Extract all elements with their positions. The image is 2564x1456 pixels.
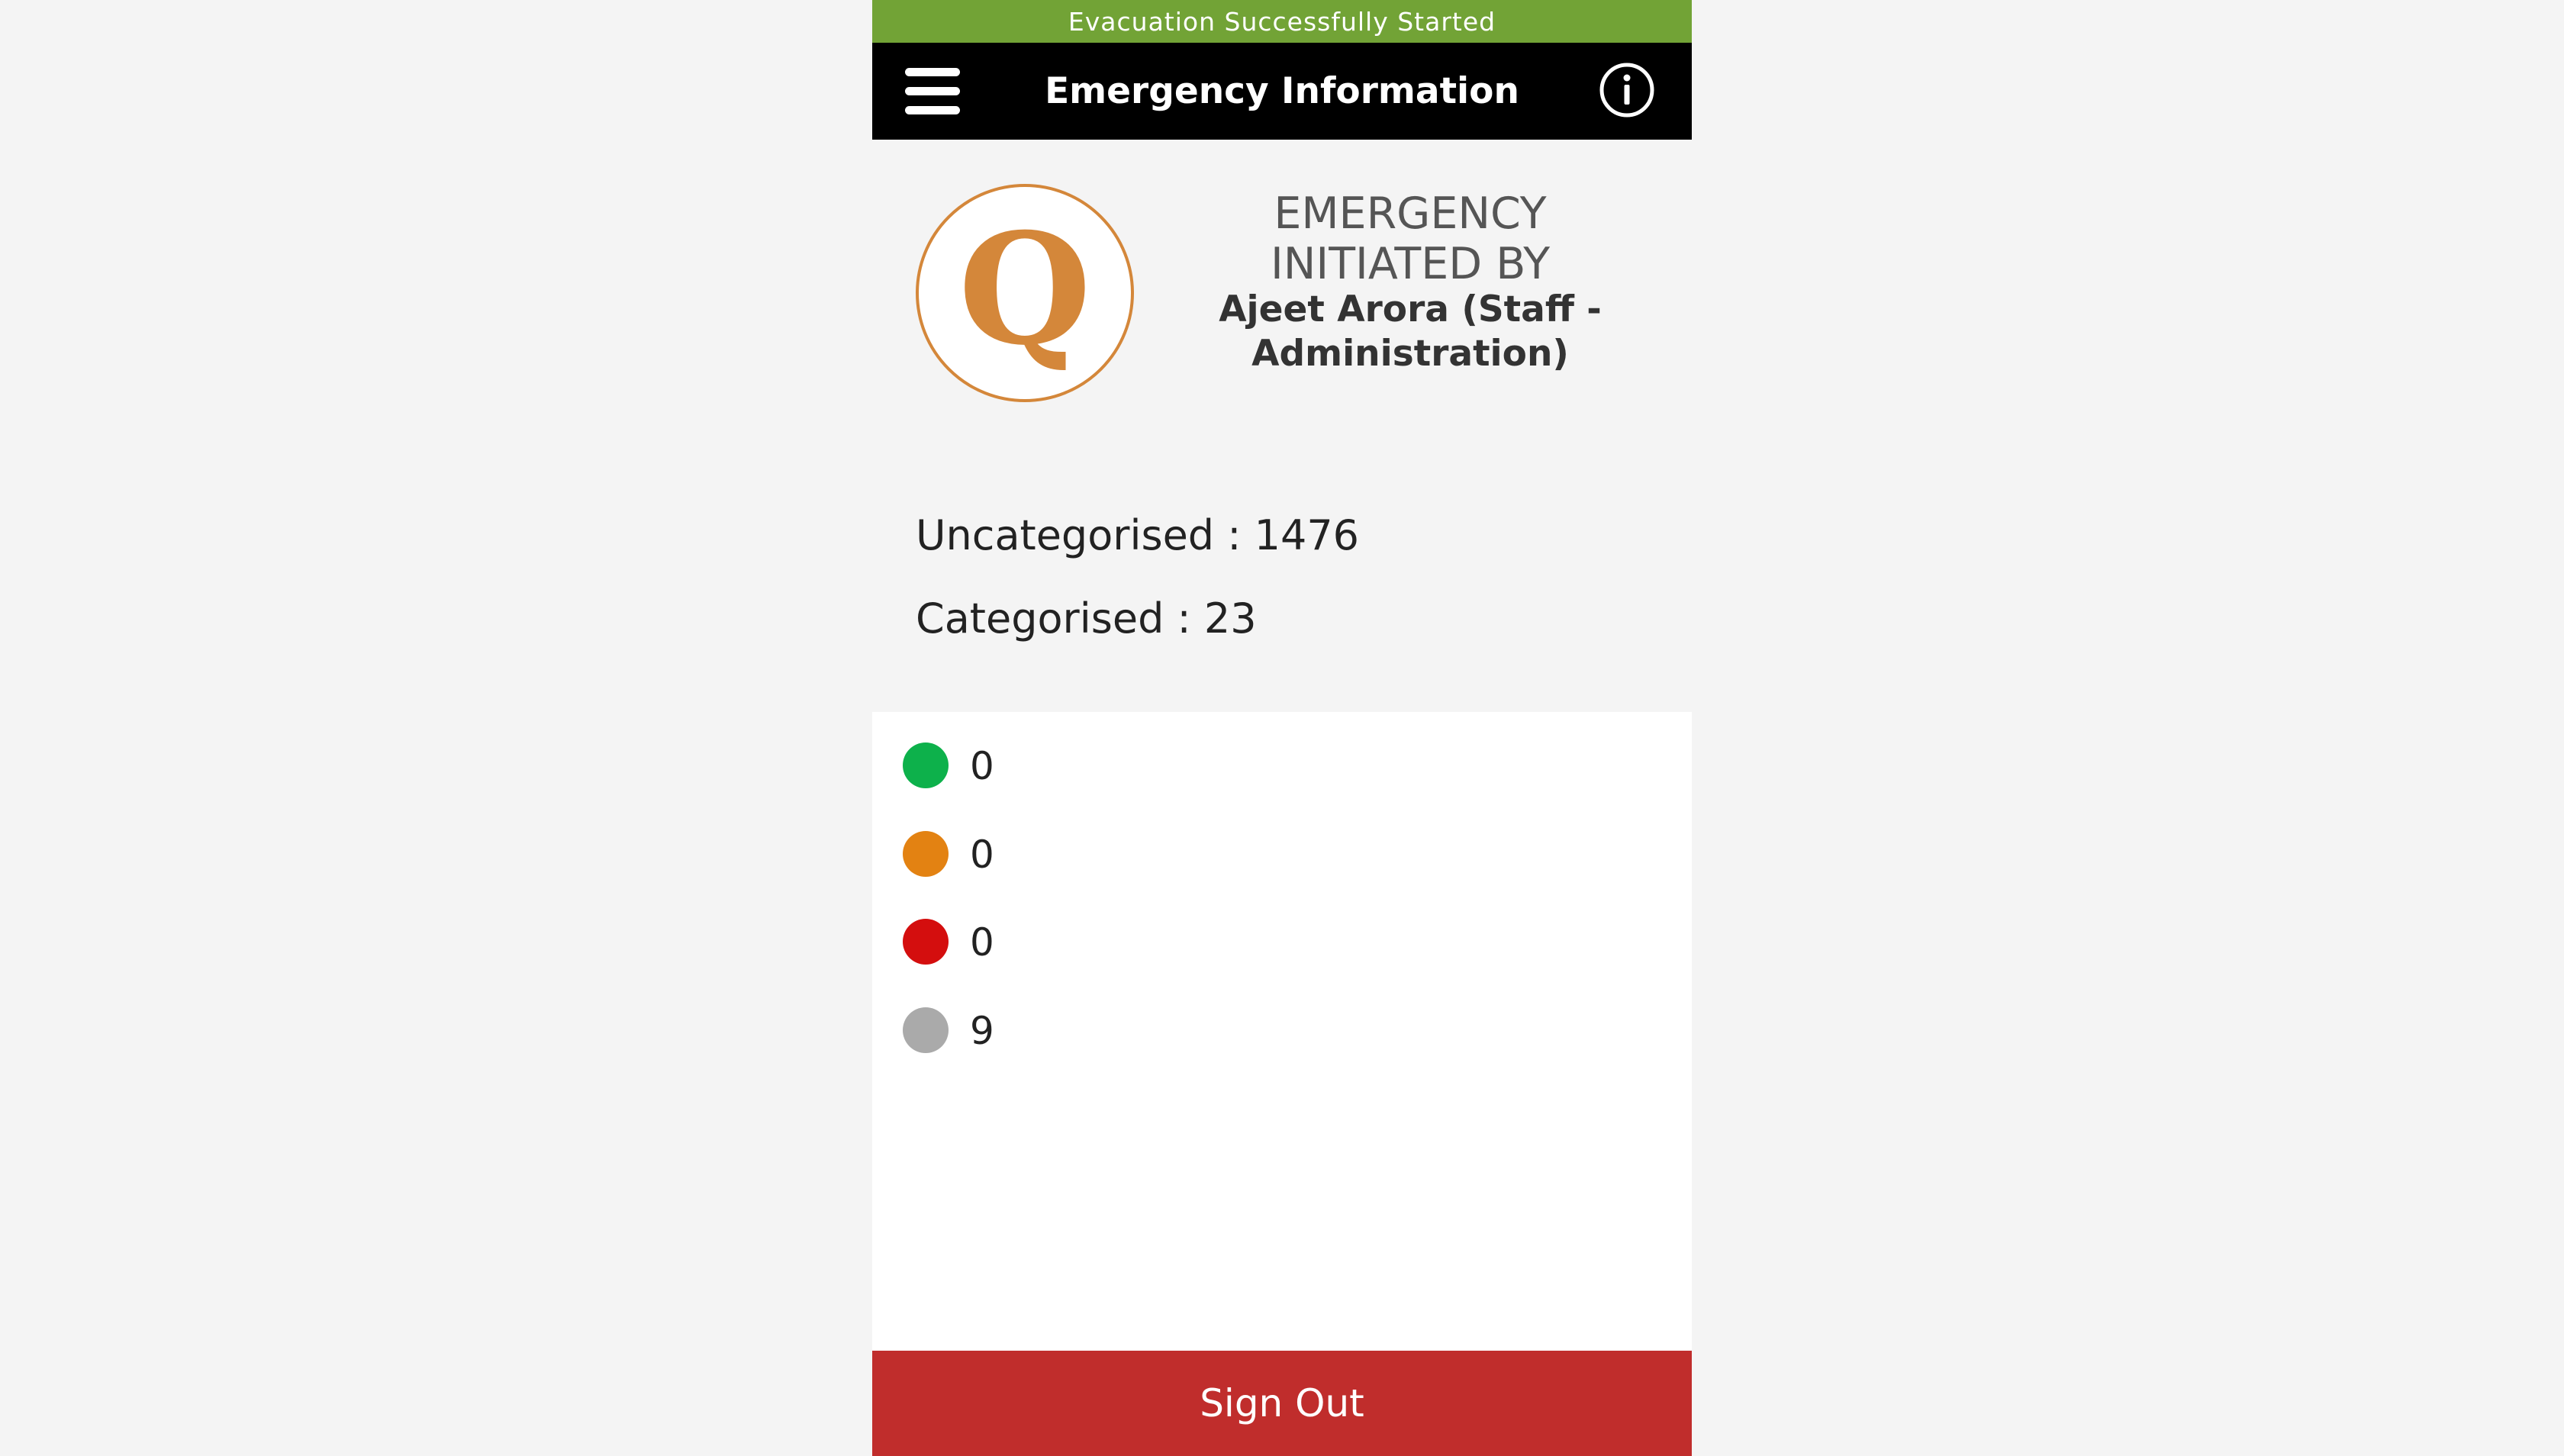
initiator-line-2: Administration): [1251, 333, 1569, 375]
uncategorised-count: Uncategorised : 1476: [916, 511, 1359, 559]
logo-letter: Q: [958, 200, 1091, 379]
uncategorised-label: Uncategorised: [916, 511, 1215, 559]
sign-out-button[interactable]: Sign Out: [872, 1351, 1692, 1456]
initiator-name: Ajeet Arora (Staff - Administration): [1193, 288, 1628, 376]
emergency-header: Q EMERGENCY INITIATED BY Ajeet Arora (St…: [872, 140, 1692, 712]
heading-line-2: INITIATED BY: [1270, 239, 1551, 289]
count-separator: :: [1164, 594, 1204, 643]
categorised-value: 23: [1203, 594, 1257, 643]
page-title: Emergency Information: [1045, 70, 1519, 112]
heading-line-1: EMERGENCY: [1274, 188, 1547, 239]
green-status-dot: [903, 742, 949, 788]
app-screen: Evacuation Successfully Started Emergenc…: [872, 0, 1692, 1456]
count-separator: :: [1214, 511, 1255, 559]
status-count: 0: [970, 833, 994, 877]
categorised-label: Categorised: [916, 594, 1164, 643]
uncategorised-value: 1476: [1254, 511, 1360, 559]
evacuation-status-banner: Evacuation Successfully Started: [872, 0, 1692, 43]
status-summary-list: 0 0 0 9: [872, 712, 1692, 1351]
top-navbar: Emergency Information: [872, 43, 1692, 140]
categorised-count: Categorised : 23: [916, 594, 1257, 643]
organisation-logo: Q: [916, 184, 1134, 402]
hamburger-menu-icon[interactable]: [905, 68, 960, 115]
initiator-line-1: Ajeet Arora (Staff -: [1219, 288, 1602, 330]
status-count: 9: [970, 1009, 994, 1053]
emergency-initiated-heading: EMERGENCY INITIATED BY: [1193, 188, 1628, 289]
orange-status-dot: [903, 831, 949, 877]
red-status-dot: [903, 919, 949, 965]
info-circle-icon[interactable]: [1599, 63, 1654, 118]
status-count: 0: [970, 920, 994, 965]
status-count: 0: [970, 744, 994, 788]
grey-status-dot: [903, 1007, 949, 1053]
